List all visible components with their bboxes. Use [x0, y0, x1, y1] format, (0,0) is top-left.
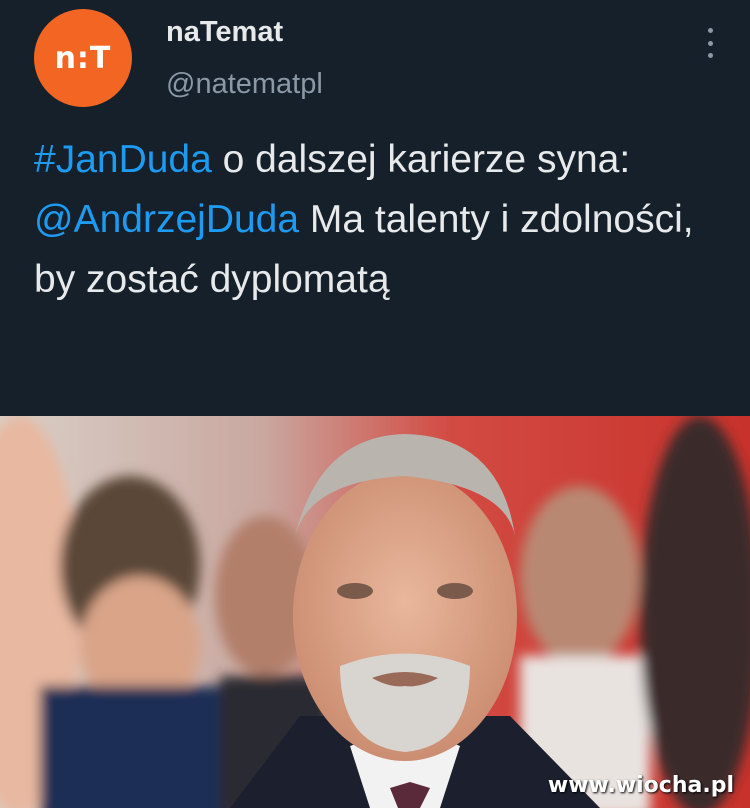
tweet-card: n:T naTemat @natematpl #JanDuda o dalsze…: [0, 0, 750, 808]
avatar[interactable]: n:T: [34, 9, 132, 107]
mention-link[interactable]: @AndrzejDuda: [34, 198, 299, 241]
more-options-icon[interactable]: [700, 28, 720, 58]
hashtag-link[interactable]: #JanDuda: [34, 138, 212, 181]
watermark: www.wiocha.pl: [547, 773, 734, 798]
tweet-header: n:T naTemat @natematpl: [0, 0, 750, 120]
photo-image: [0, 416, 750, 808]
tweet-photo[interactable]: www.wiocha.pl: [0, 416, 750, 808]
tweet-text-part1: o dalszej karierze syna:: [211, 138, 631, 181]
account-handle[interactable]: @natematpl: [166, 68, 323, 101]
tweet-text: #JanDuda o dalszej karierze syna: @Andrz…: [34, 130, 724, 310]
account-name[interactable]: naTemat: [166, 16, 283, 49]
